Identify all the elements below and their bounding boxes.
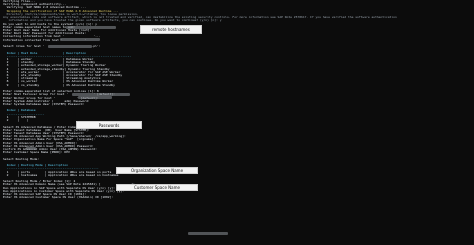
redacted-hostname xyxy=(66,26,116,29)
callout-label: remote hostnames xyxy=(152,27,190,32)
callout-label: Customer Space Name xyxy=(134,185,180,190)
terminal-window[interactable]: Verifying files... Verifying component au… xyxy=(0,0,474,245)
redacted-hostname xyxy=(60,38,100,41)
redacted-domain xyxy=(188,232,228,235)
callout-organization-space-name: Organization Space Name xyxy=(116,167,198,174)
callout-passwords: Passwords xyxy=(76,121,142,129)
redacted-hostname xyxy=(48,45,92,48)
terminal-line: Enter XS Advanced Customer Space OS User… xyxy=(3,196,114,200)
callout-customer-space-name: Customer Space Name xyxy=(116,184,198,191)
callout-remote-hostnames: remote hostnames xyxy=(140,25,202,34)
callout-label: Passwords xyxy=(98,122,120,128)
redacted-tenant xyxy=(26,147,36,150)
redacted-hostname xyxy=(78,96,112,99)
callout-label: Organization Space Name xyxy=(130,168,184,173)
